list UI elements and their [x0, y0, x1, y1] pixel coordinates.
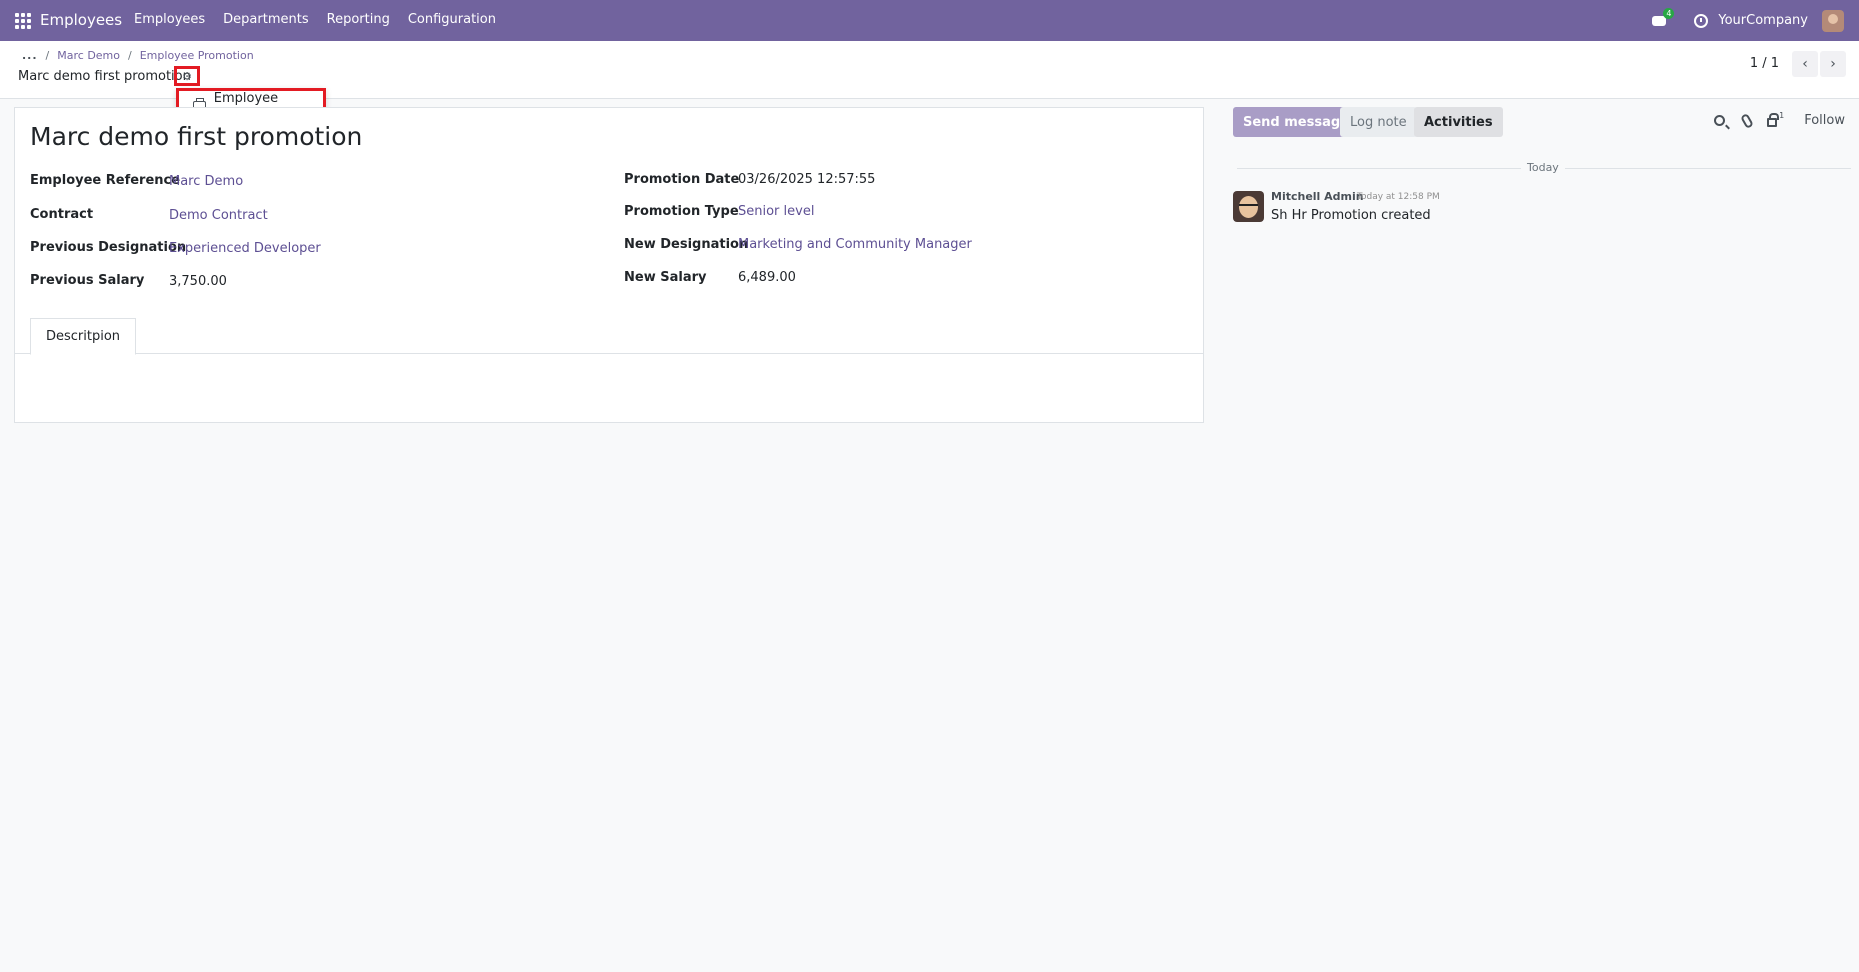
search-icon[interactable]: [1714, 115, 1726, 126]
breadcrumb-marc-demo[interactable]: Marc Demo: [57, 49, 120, 62]
breadcrumb-more[interactable]: ...: [22, 49, 38, 62]
new-salary-label: New Salary: [624, 270, 707, 285]
activities-button[interactable]: Activities: [1414, 107, 1503, 137]
contract-label: Contract: [30, 207, 94, 222]
top-navbar: Employees Employees Departments Reportin…: [0, 0, 1859, 41]
breadcrumb-employee-promotion[interactable]: Employee Promotion: [140, 49, 254, 62]
form-sheet: Marc demo first promotion Employee Refer…: [14, 107, 1204, 423]
log-note-button[interactable]: Log note: [1340, 107, 1417, 137]
new-designation-label: New Designation: [624, 237, 749, 252]
main-menu: Employees Departments Reporting Configur…: [134, 12, 514, 27]
message-time: Today at 12:58 PM: [1357, 192, 1440, 202]
previous-designation-label: Previous Designation: [30, 240, 187, 255]
pager-previous-button[interactable]: ‹: [1792, 51, 1818, 77]
paperclip-icon[interactable]: [1740, 112, 1755, 129]
breadcrumb: ... / Marc Demo / Employee Promotion: [22, 49, 254, 62]
chat-icon[interactable]: 4: [1652, 7, 1675, 28]
promotion-type-label: Promotion Type: [624, 204, 739, 219]
menu-reporting[interactable]: Reporting: [327, 12, 390, 27]
promotion-date-value[interactable]: 03/26/2025 12:57:55: [738, 172, 875, 187]
record-title: Marc demo first promotion: [18, 69, 191, 84]
followers-lock-icon[interactable]: [1767, 112, 1780, 127]
app-name[interactable]: Employees: [40, 11, 122, 29]
menu-departments[interactable]: Departments: [223, 12, 308, 27]
previous-designation-value[interactable]: Experienced Developer: [169, 241, 321, 256]
message-body: Sh Hr Promotion created: [1271, 208, 1431, 223]
clock-icon[interactable]: [1694, 13, 1709, 28]
previous-salary-value[interactable]: 3,750.00: [169, 274, 227, 289]
chatter-tools: 1 Follow: [1714, 111, 1845, 129]
chat-badge: 4: [1663, 7, 1675, 19]
gear-icon[interactable]: ⚙: [174, 66, 200, 86]
menu-employees[interactable]: Employees: [134, 12, 205, 27]
new-salary-value[interactable]: 6,489.00: [738, 270, 796, 285]
follower-count: 1: [1779, 111, 1785, 120]
chatter: Send message Log note Activities 1 Follo…: [1225, 99, 1859, 972]
tab-description[interactable]: Descritpion: [30, 318, 137, 355]
promotion-date-label: Promotion Date: [624, 172, 740, 187]
employee-reference-value[interactable]: Marc Demo: [169, 174, 243, 189]
form-tabs: Descritpion: [15, 314, 1203, 355]
previous-salary-label: Previous Salary: [30, 273, 145, 288]
contract-value[interactable]: Demo Contract: [169, 208, 268, 223]
employee-reference-label: Employee Reference: [30, 173, 181, 188]
message-author-avatar[interactable]: [1233, 191, 1264, 222]
promotion-type-value[interactable]: Senior level: [738, 204, 814, 219]
user-avatar[interactable]: [1822, 9, 1844, 32]
company-switcher[interactable]: YourCompany: [1718, 13, 1808, 28]
pager-next-button[interactable]: ›: [1820, 51, 1846, 77]
menu-configuration[interactable]: Configuration: [408, 12, 496, 27]
message-author[interactable]: Mitchell Admin: [1271, 190, 1364, 203]
follow-button[interactable]: Follow: [1804, 113, 1845, 128]
apps-menu-icon[interactable]: [15, 13, 31, 29]
form-title: Marc demo first promotion: [30, 122, 363, 151]
new-designation-value[interactable]: Marketing and Community Manager: [738, 237, 972, 252]
day-label: Today: [1521, 161, 1565, 174]
pager-value[interactable]: 1 / 1: [1750, 56, 1779, 71]
navbar-systray: 4 YourCompany: [1652, 0, 1859, 41]
